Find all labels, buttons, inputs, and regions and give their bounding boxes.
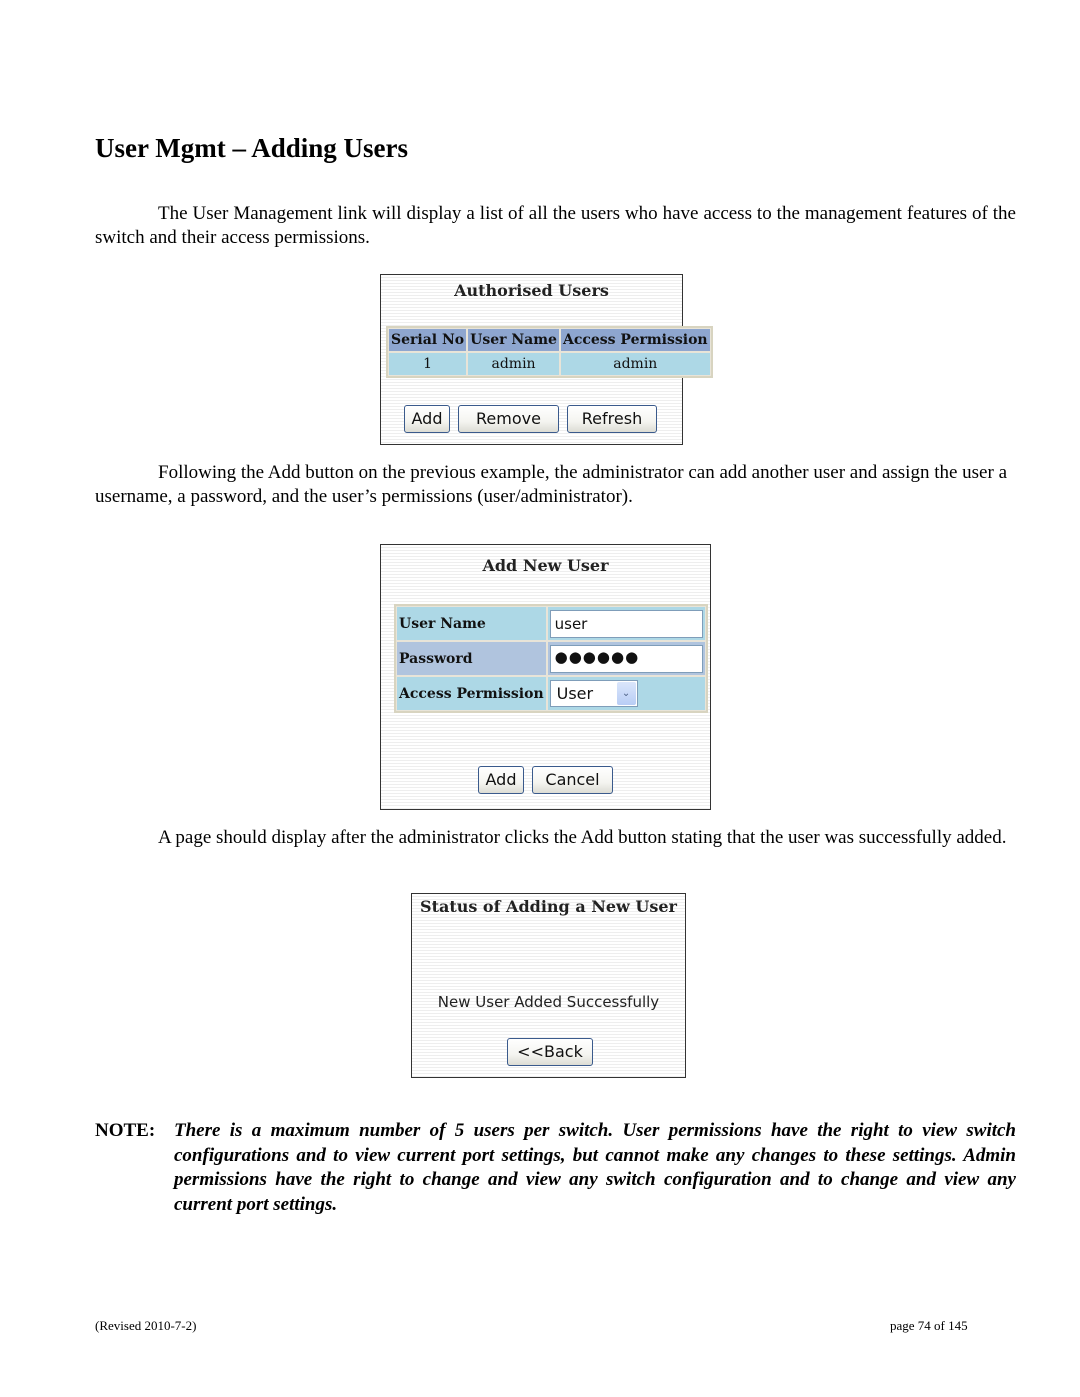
- access-permission-select[interactable]: User ⌄: [549, 680, 638, 707]
- table-row[interactable]: 1 admin admin: [388, 352, 711, 376]
- note-text: There is a maximum number of 5 users per…: [174, 1120, 1016, 1215]
- authorised-users-title: Authorised Users: [454, 281, 609, 300]
- users-table: Serial No User Name Access Permission 1 …: [386, 326, 713, 378]
- footer-page-number: page 74 of 145: [890, 1318, 968, 1333]
- table-header-row: Serial No User Name Access Permission: [388, 328, 711, 352]
- add-user-paragraph: Following the Add button on the previous…: [95, 461, 1016, 509]
- back-button[interactable]: <<Back: [507, 1038, 593, 1066]
- password-label: Password: [396, 641, 547, 676]
- authorised-users-panel: Authorised Users Serial No User Name Acc…: [380, 274, 713, 445]
- note-label: NOTE:: [95, 1120, 156, 1141]
- cancel-button[interactable]: Cancel: [532, 766, 613, 794]
- status-text: A page should display after the administ…: [158, 827, 1007, 848]
- user-name-label: User Name: [396, 606, 547, 641]
- add-button[interactable]: Add: [404, 405, 450, 433]
- cell-serial: 1: [388, 352, 468, 376]
- remove-button[interactable]: Remove: [458, 405, 559, 433]
- page-title: User Mgmt – Adding Users: [95, 133, 408, 163]
- intro-text: The User Management link will display a …: [95, 203, 1016, 248]
- add-user-text: Following the Add button on the previous…: [95, 462, 1007, 507]
- status-paragraph: A page should display after the administ…: [95, 826, 1016, 850]
- status-panel: Status of Adding a New User New User Add…: [411, 893, 686, 1078]
- cell-access: admin: [559, 352, 711, 376]
- column-header-user-name: User Name: [467, 328, 560, 352]
- add-new-user-title: Add New User: [482, 556, 609, 575]
- access-permission-label: Access Permission: [396, 676, 547, 711]
- password-input[interactable]: ●●●●●●: [549, 644, 703, 673]
- column-header-access: Access Permission: [559, 328, 711, 352]
- user-name-row: User Name: [396, 606, 706, 641]
- status-title: Status of Adding a New User: [420, 897, 677, 916]
- status-message: New User Added Successfully: [437, 993, 660, 1011]
- user-name-input[interactable]: [549, 609, 703, 638]
- add-new-user-panel: Add New User User Name Password ●●●●●● A…: [380, 544, 711, 810]
- chevron-down-icon[interactable]: ⌄: [616, 682, 636, 705]
- access-permission-value: User: [556, 684, 594, 703]
- column-header-serial: Serial No: [388, 328, 468, 352]
- add-user-submit-button[interactable]: Add: [478, 766, 524, 794]
- access-permission-row: Access Permission User ⌄: [396, 676, 706, 711]
- password-row: Password ●●●●●●: [396, 641, 706, 676]
- intro-paragraph: The User Management link will display a …: [95, 202, 1016, 250]
- refresh-button[interactable]: Refresh: [567, 405, 657, 433]
- add-user-form: User Name Password ●●●●●● Access Permiss…: [394, 604, 708, 713]
- cell-user-name: admin: [467, 352, 560, 376]
- footer-revised: (Revised 2010-7-2): [95, 1318, 197, 1333]
